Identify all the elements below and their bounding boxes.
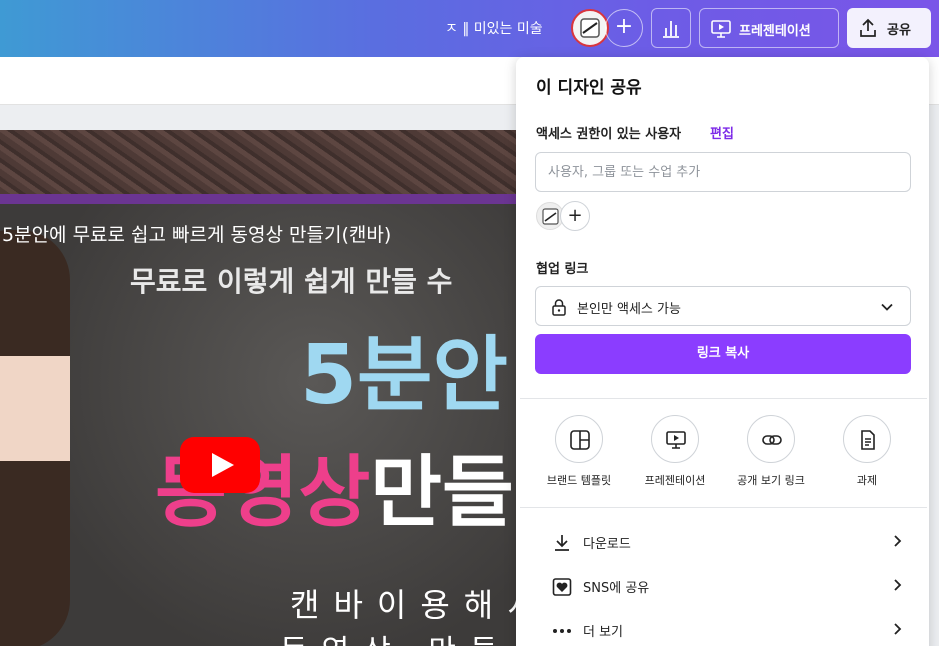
row-label: 더 보기 bbox=[583, 625, 624, 640]
link-access-dropdown[interactable]: 본인만 액세스 가능 bbox=[535, 286, 911, 326]
analytics-button[interactable] bbox=[651, 8, 691, 48]
video-line-4: 동영상 만들 bbox=[280, 626, 512, 646]
presentation-icon bbox=[651, 415, 699, 463]
option-label: 브랜드 템플릿 bbox=[546, 474, 612, 487]
video-line-3: 캔바이용해서 bbox=[290, 586, 520, 624]
video-subtitle: 무료로 이렇게 쉽게 만들 수 bbox=[130, 265, 453, 298]
option-label: 공개 보기 링크 bbox=[737, 474, 805, 487]
more-icon bbox=[553, 629, 571, 633]
headline-white: 만들 bbox=[370, 448, 514, 538]
video-headline-1: 5분안 bbox=[300, 328, 508, 423]
download-row[interactable]: 다운로드 bbox=[536, 522, 912, 562]
youtube-play-button[interactable] bbox=[180, 437, 260, 493]
download-icon bbox=[555, 535, 569, 551]
chevron-right-icon bbox=[894, 579, 902, 591]
share-button[interactable]: 공유 bbox=[847, 8, 931, 48]
option-assignment[interactable]: 과제 bbox=[822, 415, 912, 488]
copy-link-button[interactable]: 링크 복사 bbox=[535, 334, 911, 374]
option-label: 프레젠테이션 bbox=[644, 474, 706, 487]
brand-template-icon bbox=[555, 415, 603, 463]
sns-share-row[interactable]: SNS에 공유 bbox=[536, 566, 912, 606]
option-label: 과제 bbox=[856, 474, 878, 487]
divider bbox=[520, 507, 927, 508]
upload-icon bbox=[860, 18, 876, 37]
bar-chart-icon bbox=[663, 21, 679, 38]
collab-link-label: 협업 링크 bbox=[536, 262, 589, 277]
present-button[interactable]: 프레젠테이션 bbox=[699, 8, 839, 48]
row-label: 다운로드 bbox=[583, 537, 631, 552]
chevron-right-icon bbox=[894, 535, 902, 547]
add-person-button[interactable]: + bbox=[560, 201, 590, 231]
video-title[interactable]: 5분안에 무료로 쉽고 빠르게 동영상 만들기(캔바) bbox=[2, 220, 391, 247]
share-panel: 이 디자인 공유 액세스 권한이 있는 사용자 편집 + 협업 링크 본인만 액… bbox=[516, 57, 929, 646]
more-row[interactable]: 더 보기 bbox=[536, 610, 912, 646]
doc-title[interactable]: ㅈ ‖ 미있는 미술 bbox=[445, 18, 543, 38]
presentation-icon bbox=[711, 20, 731, 38]
assignment-icon bbox=[843, 415, 891, 463]
share-label: 공유 bbox=[887, 23, 911, 38]
presenter-image bbox=[0, 230, 70, 646]
divider bbox=[520, 398, 927, 399]
link-icon bbox=[747, 415, 795, 463]
option-public-view-link[interactable]: 공개 보기 링크 bbox=[726, 415, 816, 488]
add-collaborator-button[interactable]: + bbox=[605, 9, 643, 47]
user-avatar[interactable] bbox=[571, 9, 609, 47]
video-header-band bbox=[0, 130, 520, 194]
lock-icon bbox=[552, 299, 566, 316]
present-label: 프레젠테이션 bbox=[739, 24, 811, 39]
embedded-video[interactable]: 5분안에 무료로 쉽고 빠르게 동영상 만들기(캔바) 무료로 이렇게 쉽게 만… bbox=[0, 130, 520, 646]
chevron-right-icon bbox=[894, 623, 902, 635]
top-bar: ㅈ ‖ 미있는 미술 + 프레젠테이션 공유 bbox=[0, 0, 939, 57]
row-label: SNS에 공유 bbox=[583, 581, 650, 596]
option-presentation[interactable]: 프레젠테이션 bbox=[630, 415, 720, 488]
option-brand-template[interactable]: 브랜드 템플릿 bbox=[534, 415, 624, 488]
share-panel-title: 이 디자인 공유 bbox=[536, 78, 642, 98]
chevron-down-icon bbox=[881, 303, 893, 311]
edit-access-link[interactable]: 편집 bbox=[710, 123, 734, 142]
add-people-input[interactable] bbox=[535, 152, 911, 192]
link-access-value: 본인만 액세스 가능 bbox=[577, 302, 681, 317]
access-label: 액세스 권한이 있는 사용자 bbox=[536, 127, 682, 142]
heart-icon bbox=[552, 578, 572, 596]
video-purple-strip bbox=[0, 194, 520, 204]
